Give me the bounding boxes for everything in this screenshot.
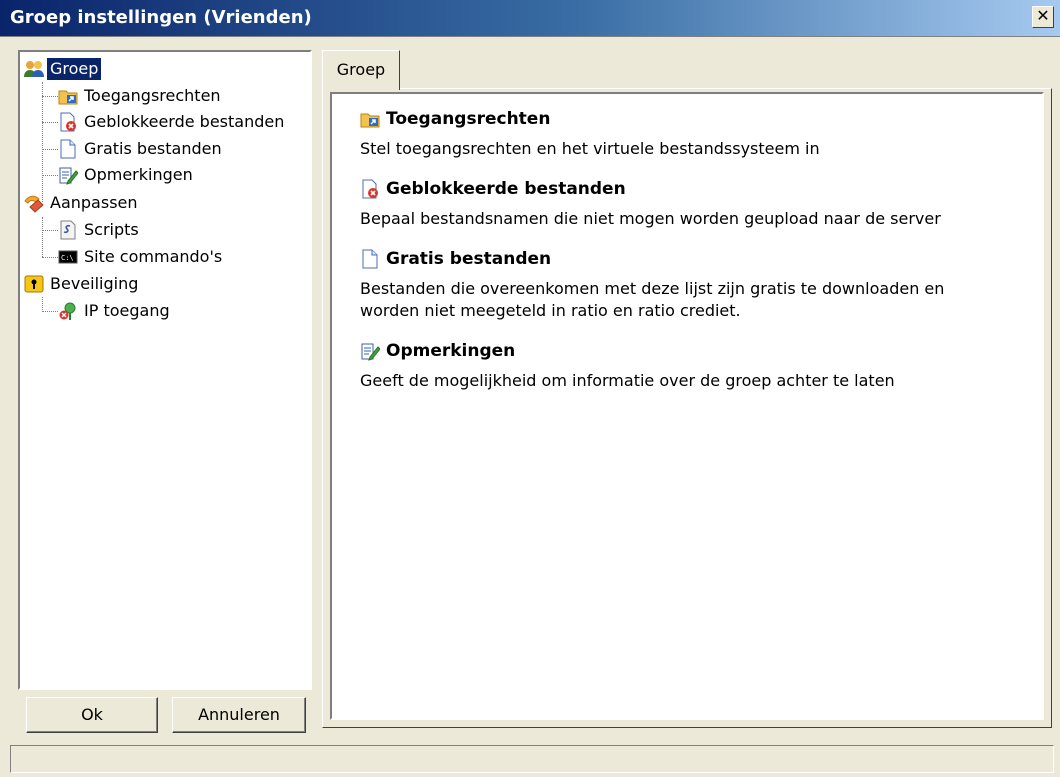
tree-item-label: Beveiliging	[50, 274, 139, 293]
cancel-button[interactable]: Annuleren	[172, 697, 306, 733]
ip-access-icon	[58, 301, 78, 321]
section-opmerkingen: Opmerkingen Geeft de mogelijkheid om inf…	[360, 338, 1000, 392]
section-title[interactable]: Geblokkeerde bestanden	[386, 179, 626, 199]
tree-item-label: Gratis bestanden	[84, 139, 222, 158]
tree-item-label: Geblokkeerde bestanden	[84, 112, 285, 131]
tree-connector	[42, 311, 58, 312]
blocked-file-icon	[360, 179, 380, 199]
tree-item-groep[interactable]: Groep	[24, 56, 103, 82]
tree-item-label: Aanpassen	[50, 193, 138, 212]
note-edit-icon	[58, 165, 79, 185]
tree-connector	[42, 149, 58, 150]
section-description: Geeft de mogelijkheid om informatie over…	[360, 371, 895, 390]
tree-item-label: Toegangsrechten	[84, 86, 221, 105]
tree-connector	[42, 175, 58, 176]
file-icon	[360, 249, 380, 269]
ok-button[interactable]: Ok	[26, 697, 158, 733]
users-icon	[24, 59, 44, 79]
note-edit-icon	[360, 341, 381, 361]
tree-item-label: Site commando's	[84, 247, 223, 266]
section-description: Stel toegangsrechten en het virtuele bes…	[360, 139, 820, 158]
close-icon: ✕	[1036, 6, 1050, 25]
folder-shortcut-icon	[360, 109, 380, 129]
section-title[interactable]: Toegangsrechten	[386, 109, 550, 129]
section-title[interactable]: Opmerkingen	[386, 341, 515, 361]
section-description: Bestanden die overeenkomen met deze lijs…	[360, 279, 945, 320]
tree-item-ip-toegang[interactable]: IP toegang	[58, 298, 173, 324]
console-icon: C:\	[58, 247, 78, 267]
tree-item-opmerkingen[interactable]: Opmerkingen	[58, 162, 196, 188]
section-gratis-bestanden: Gratis bestanden Bestanden die overeenko…	[360, 246, 1000, 322]
section-toegangsrechten: Toegangsrechten Stel toegangsrechten en …	[360, 106, 1000, 160]
section-geblokkeerde-bestanden: Geblokkeerde bestanden Bepaal bestandsna…	[360, 176, 1000, 230]
tree-connector	[42, 297, 43, 312]
tree-item-geblokkeerde-bestanden[interactable]: Geblokkeerde bestanden	[58, 109, 287, 135]
content-panel: Toegangsrechten Stel toegangsrechten en …	[330, 92, 1044, 720]
folder-shortcut-icon	[58, 86, 78, 106]
settings-tree[interactable]: Groep Toegangsrechten Geblokkeerde besta…	[18, 50, 312, 690]
tree-item-scripts[interactable]: Scripts	[58, 217, 142, 243]
tree-connector	[42, 257, 58, 258]
tree-item-label: Groep	[45, 57, 103, 81]
status-bar	[10, 745, 1054, 773]
tree-connector	[42, 82, 43, 202]
tree-item-label: Scripts	[84, 220, 139, 239]
tree-item-beveiliging[interactable]: Beveiliging	[24, 271, 141, 297]
close-button[interactable]: ✕	[1032, 6, 1054, 28]
security-lock-icon	[24, 274, 44, 294]
tree-connector	[42, 230, 58, 231]
section-description: Bepaal bestandsnamen die niet mogen word…	[360, 209, 941, 228]
tree-connector	[42, 217, 43, 257]
tab-groep[interactable]: Groep	[322, 50, 400, 90]
window-title: Groep instellingen (Vrienden)	[10, 7, 312, 28]
tree-item-aanpassen[interactable]: Aanpassen	[24, 190, 141, 216]
script-icon	[58, 220, 78, 240]
file-icon	[58, 139, 78, 159]
console-glyph: C:\	[61, 254, 74, 262]
tree-item-label: Opmerkingen	[84, 165, 193, 184]
tree-connector	[42, 96, 58, 97]
title-bar: Groep instellingen (Vrienden) ✕	[0, 0, 1060, 37]
tree-connector	[42, 122, 58, 123]
tree-item-gratis-bestanden[interactable]: Gratis bestanden	[58, 136, 225, 162]
tree-item-toegangsrechten[interactable]: Toegangsrechten	[58, 83, 224, 109]
tree-item-site-commandos[interactable]: C:\ Site commando's	[58, 244, 225, 270]
customize-icon	[24, 193, 44, 213]
tree-item-label: IP toegang	[84, 301, 170, 320]
blocked-file-icon	[58, 112, 78, 132]
section-title[interactable]: Gratis bestanden	[386, 249, 551, 269]
